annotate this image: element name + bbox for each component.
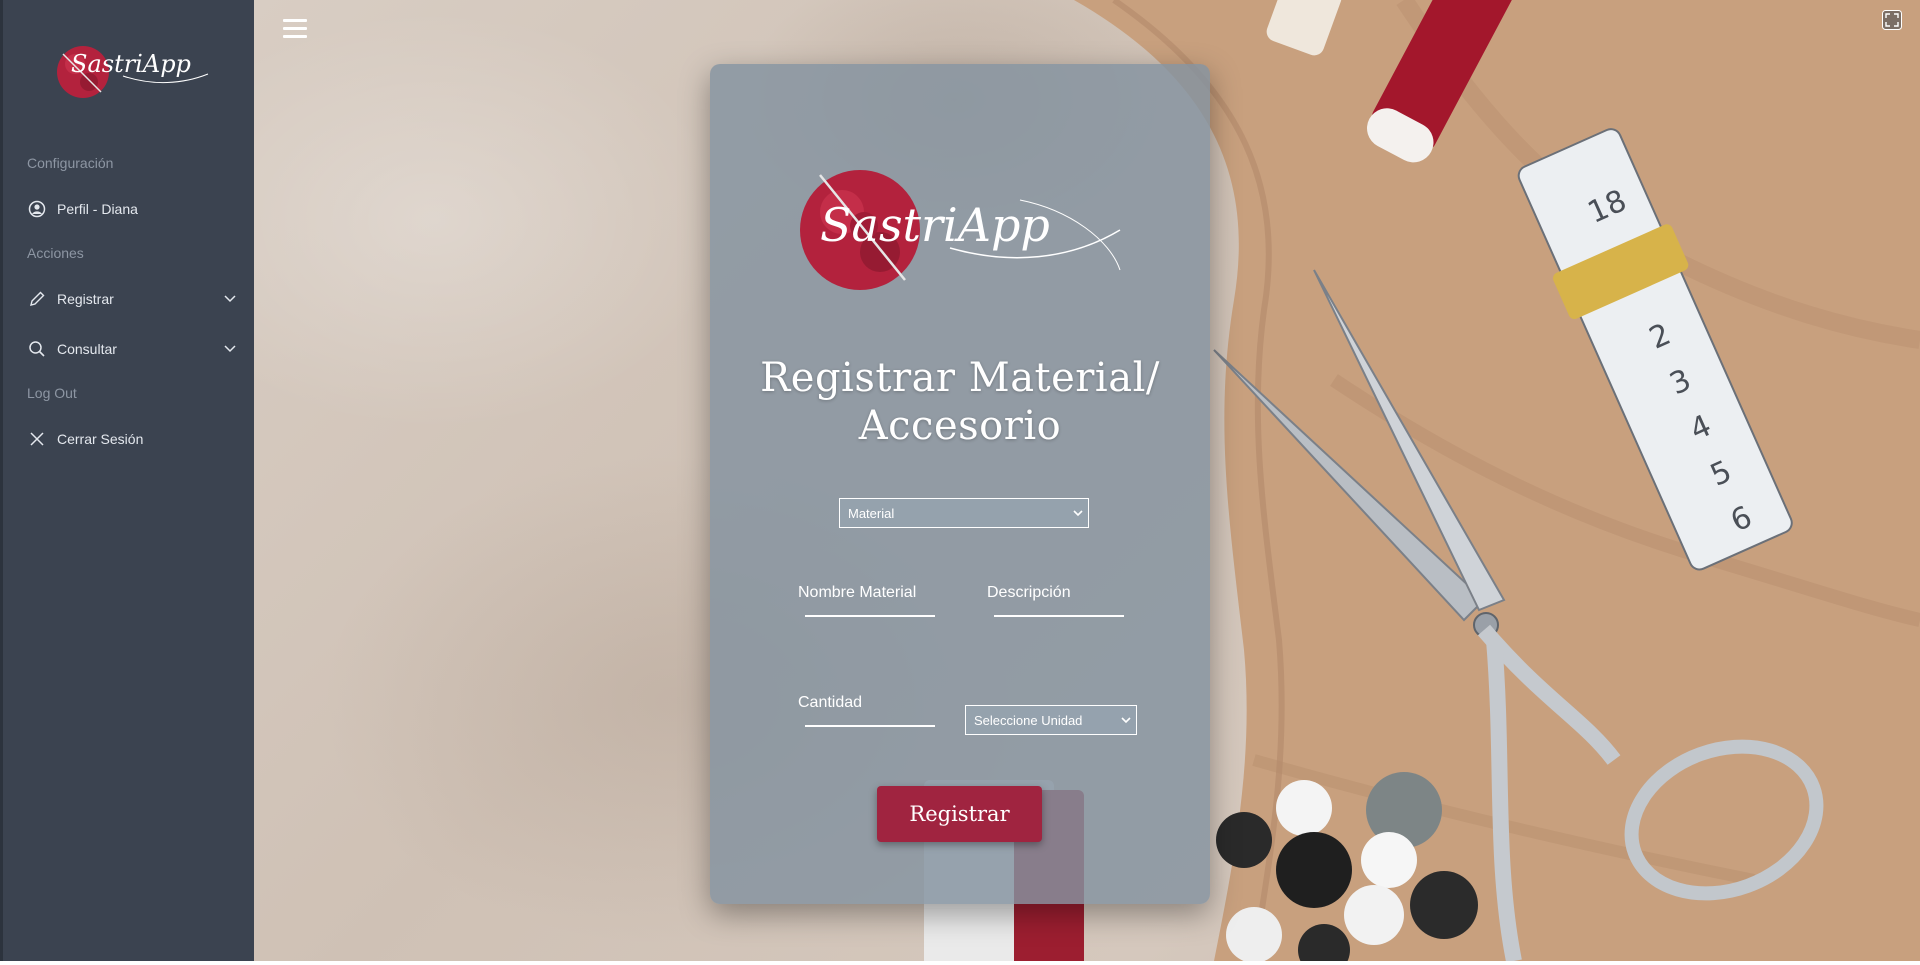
register-card: SastriApp Registrar Material/ Accesorio … (710, 64, 1210, 904)
sidebar-item-label: Registrar (57, 291, 114, 307)
sidebar-item-label: Cerrar Sesión (57, 431, 144, 447)
description-field[interactable] (994, 615, 1124, 617)
chevron-down-icon[interactable] (223, 341, 237, 355)
card-logo: SastriApp (790, 160, 1130, 300)
name-field[interactable] (805, 615, 935, 617)
description-field-label: Descripción (987, 584, 1071, 601)
page-title-line1: Registrar Material/ (760, 355, 1160, 401)
page-title-line2: Accesorio (858, 403, 1062, 449)
name-field-label: Nombre Material (798, 584, 917, 601)
chevron-down-icon[interactable] (223, 291, 237, 305)
section-actions: Acciones (27, 245, 84, 261)
sidebar-logo[interactable]: SastriApp (53, 36, 213, 102)
type-select[interactable]: Material (839, 498, 1089, 528)
register-button[interactable]: Registrar (877, 786, 1042, 842)
sidebar-item-consult[interactable]: Consultar (27, 334, 237, 364)
type-select-value: Material (848, 505, 895, 521)
sidebar-logo-text: SastriApp (71, 50, 191, 78)
card-logo-text: SastriApp (820, 198, 1050, 252)
search-icon (27, 339, 47, 359)
sidebar-item-profile[interactable]: Perfil - Diana (27, 194, 237, 224)
sidebar-item-label: Consultar (57, 341, 117, 357)
sidebar: SastriApp Configuración Perfil - Diana A… (0, 0, 254, 961)
user-circle-icon (27, 199, 47, 219)
close-icon (27, 429, 47, 449)
fullscreen-icon[interactable] (1882, 10, 1902, 30)
quantity-field[interactable] (805, 725, 935, 727)
unit-select[interactable]: Seleccione Unidad (965, 705, 1137, 735)
chevron-down-icon (1121, 717, 1131, 724)
page-title: Registrar Material/ Accesorio (710, 354, 1210, 450)
sidebar-item-signout[interactable]: Cerrar Sesión (27, 424, 237, 454)
section-logout: Log Out (27, 385, 77, 401)
sidebar-item-register[interactable]: Registrar (27, 284, 237, 314)
quantity-field-label: Cantidad (798, 694, 863, 711)
section-config: Configuración (27, 155, 114, 171)
chevron-down-icon (1073, 510, 1083, 517)
unit-select-value: Seleccione Unidad (974, 712, 1083, 728)
hamburger-menu-icon[interactable] (283, 19, 307, 39)
pencil-icon (27, 289, 47, 309)
sidebar-item-label: Perfil - Diana (57, 201, 138, 217)
